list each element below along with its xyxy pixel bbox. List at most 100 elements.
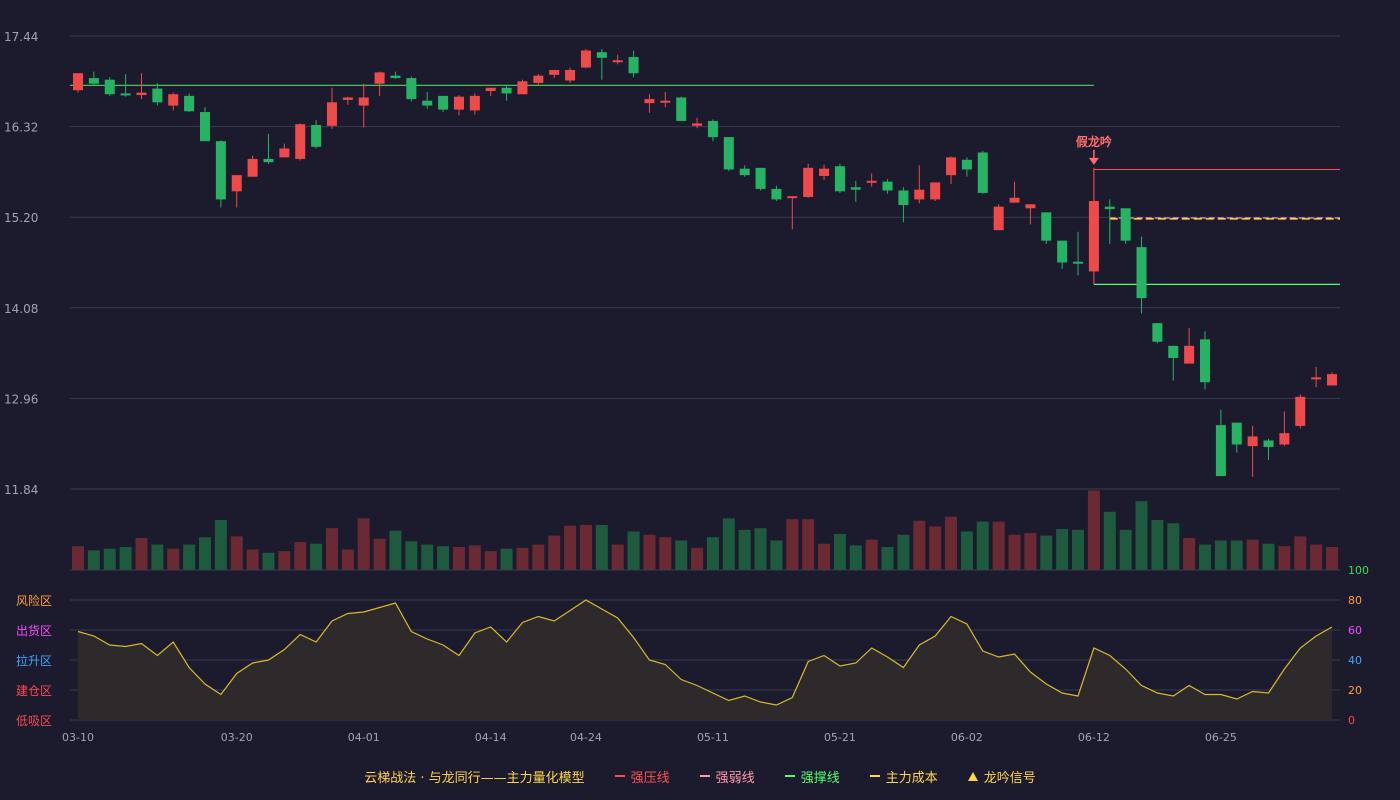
candle	[628, 50, 639, 78]
candle	[612, 54, 623, 65]
candle-body	[834, 166, 845, 192]
candle-body	[73, 73, 83, 91]
volume-bar	[548, 535, 561, 570]
candle-body	[596, 52, 607, 58]
legend-label: 龙吟信号	[983, 770, 1036, 786]
legend-swatch	[614, 775, 625, 777]
y-tick-label: 14.08	[4, 302, 38, 316]
candle-body	[469, 95, 480, 111]
volume-bar	[643, 534, 656, 570]
volume-bar	[1151, 519, 1164, 570]
legend-label: 强压线	[630, 770, 670, 786]
candle-body	[199, 112, 210, 142]
candle	[295, 123, 306, 161]
candle-body	[136, 92, 147, 96]
candle	[866, 173, 877, 187]
volume-bar	[230, 536, 243, 570]
candle	[1247, 425, 1258, 477]
candle-body	[961, 159, 972, 170]
volume-bar	[325, 528, 338, 570]
volume-bar	[865, 539, 878, 570]
candle-body	[1279, 433, 1290, 445]
candle	[168, 92, 179, 111]
volume-bar	[675, 540, 688, 570]
volume-bar	[437, 546, 450, 570]
volume-bar	[87, 550, 100, 570]
legend-item: 主力成本	[869, 767, 938, 786]
candle-body	[612, 60, 623, 63]
osc-zone-label: 出货区	[16, 623, 52, 638]
candle	[1295, 394, 1306, 429]
volume-bar	[1214, 540, 1227, 570]
candle-body	[422, 100, 433, 106]
candle	[549, 69, 560, 79]
volume-bar	[960, 531, 973, 570]
osc-right-tick: 0	[1348, 714, 1355, 727]
volume-bar	[389, 530, 402, 570]
candle	[152, 82, 163, 106]
candle	[803, 163, 814, 198]
triangle-icon	[967, 771, 978, 781]
candle-body	[1088, 201, 1099, 272]
volume-bar	[833, 533, 846, 570]
volume-bar	[818, 543, 831, 570]
legend-item: 云梯战法 · 与龙同行——主力量化模型	[364, 767, 584, 786]
candle	[1184, 328, 1195, 364]
candle-body	[88, 78, 99, 84]
candle-body	[549, 69, 560, 75]
candle-body	[533, 75, 544, 83]
candle	[390, 71, 401, 79]
candle-body	[1231, 422, 1242, 445]
volume-bar	[1087, 490, 1100, 570]
candle-body	[803, 167, 814, 197]
candle-body	[184, 95, 195, 112]
x-tick-label: 05-11	[697, 731, 729, 744]
candle-body	[1327, 374, 1337, 386]
volume-bars	[72, 490, 1338, 570]
legend-label: 强撑线	[800, 770, 840, 786]
osc-zone-label: 拉升区	[16, 653, 52, 668]
volume-bar	[516, 547, 529, 570]
volume-bar	[786, 519, 799, 570]
volume-bar	[945, 516, 958, 570]
candle	[501, 86, 512, 101]
osc-zone-label: 低吸区	[16, 714, 52, 728]
volume-bar	[1056, 529, 1069, 570]
candle	[1120, 208, 1131, 244]
x-tick-label: 04-24	[570, 731, 602, 744]
volume-bar	[310, 543, 323, 570]
signal-label: 假龙吟	[1076, 134, 1112, 149]
x-tick-label: 03-20	[221, 731, 253, 744]
candle	[104, 77, 115, 96]
candle	[580, 48, 591, 69]
candle-body	[263, 158, 274, 163]
candle-body	[739, 168, 750, 176]
candle-body	[104, 79, 115, 95]
x-tick-label: 06-12	[1078, 731, 1110, 744]
volume-bar	[246, 549, 259, 570]
volume-bar	[1183, 538, 1196, 570]
volume-bar	[611, 544, 624, 570]
candle-body	[438, 95, 449, 110]
candle-body	[1120, 208, 1131, 241]
candle-body	[946, 157, 957, 176]
legend: 云梯战法 · 与龙同行——主力量化模型 强压线 强弱线 强撑线 主力成本 龙吟信号	[0, 764, 1400, 788]
candle-body	[342, 97, 353, 100]
volume-bar	[452, 547, 465, 570]
candle	[279, 143, 290, 158]
volume-bar	[167, 548, 180, 570]
candle-body	[1104, 206, 1115, 210]
candle	[946, 156, 957, 185]
volume-bar	[722, 518, 735, 570]
candle	[1057, 240, 1068, 269]
candle	[311, 120, 322, 149]
x-tick-label: 06-02	[951, 731, 983, 744]
candle-body	[628, 57, 639, 74]
candle	[850, 180, 861, 202]
osc-right-tick: 100	[1348, 564, 1369, 577]
legend-label: 强弱线	[715, 770, 755, 786]
candle-body	[565, 69, 576, 81]
volume-bar	[468, 545, 481, 570]
volume-bar	[135, 538, 148, 570]
dragon-signal: 假龙吟	[1076, 134, 1112, 165]
